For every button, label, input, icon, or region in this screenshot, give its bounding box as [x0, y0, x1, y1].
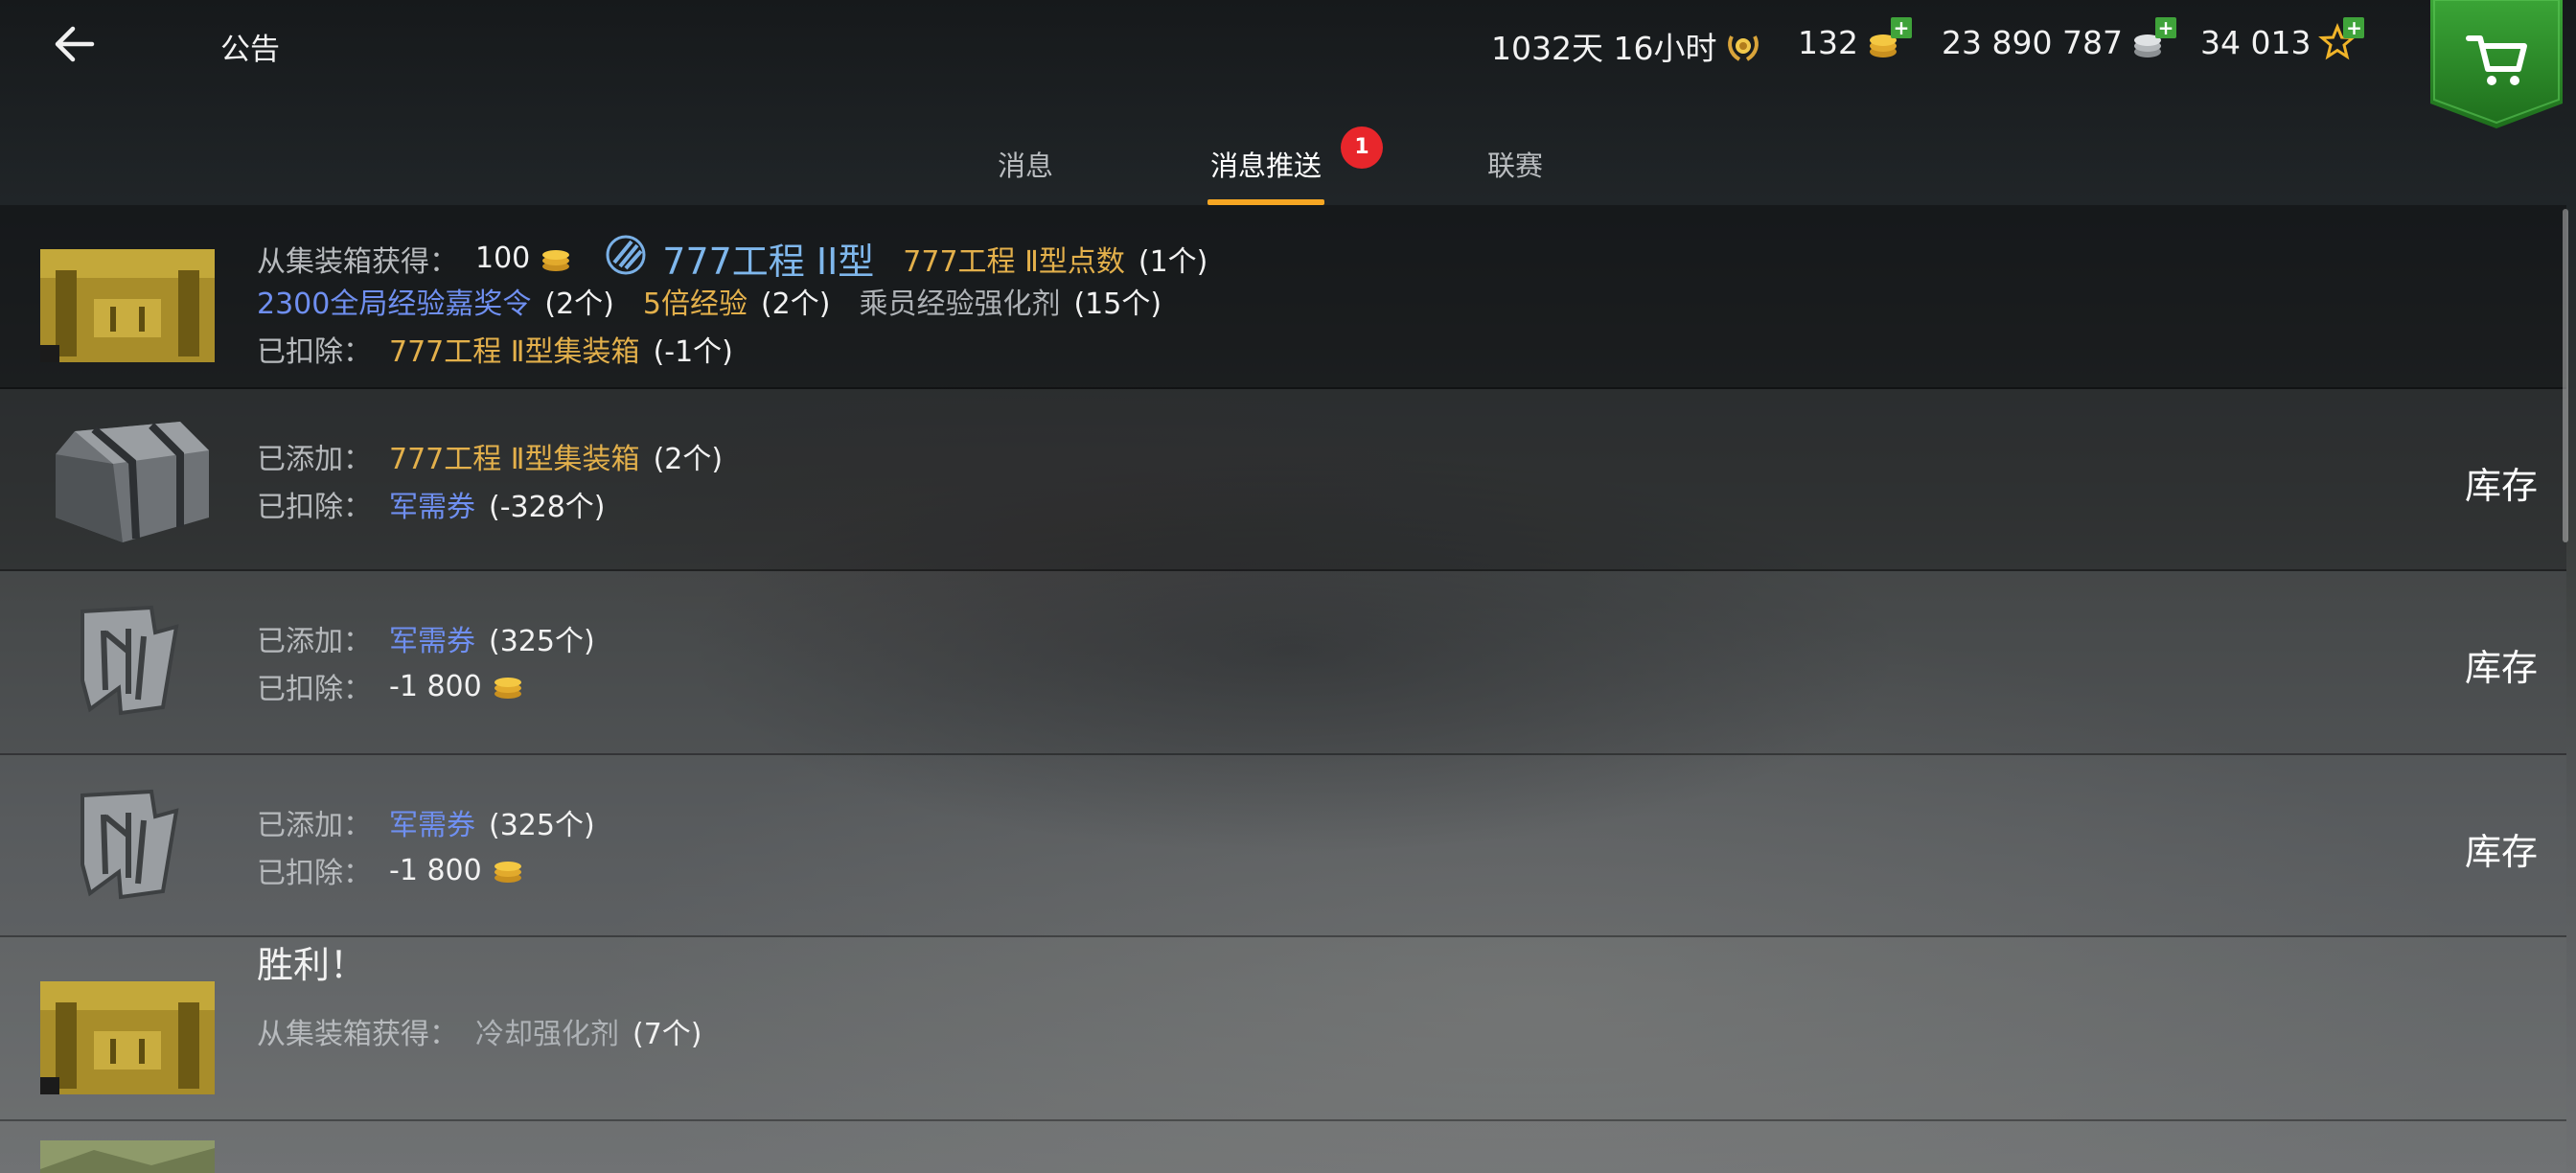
tab-messages[interactable]: 消息: [978, 134, 1073, 205]
premium-time-value: 1032天 16小时: [1491, 30, 1717, 67]
deducted-label: 已扣除：: [257, 857, 372, 890]
gold-value: 132: [1798, 23, 1858, 61]
tank-name: 777工程 II型: [662, 241, 875, 283]
battle-image: [36, 1140, 218, 1173]
notification-count-badge: 1: [1341, 126, 1383, 169]
reward-count: (2个): [544, 288, 614, 321]
list-item[interactable]: 已添加： 军需券 (325个) 已扣除： -1 800 库存: [0, 755, 2566, 937]
deducted-label: 已扣除：: [257, 673, 372, 706]
added-count: (325个): [489, 809, 595, 842]
received-count: (7个): [632, 1018, 702, 1051]
gold-balance[interactable]: 132 +: [1798, 17, 1912, 61]
line-received: 从集装箱获得： 冷却强化剂 (7个): [257, 1010, 702, 1052]
voucher-icon: [36, 778, 218, 912]
deducted-label: 已扣除：: [257, 491, 372, 524]
free-xp-value: 34 013: [2200, 23, 2312, 61]
gold-amount: 100: [475, 242, 531, 275]
star-icon: +: [2318, 17, 2365, 61]
added-count: (325个): [489, 625, 595, 658]
added-label: 已添加：: [257, 809, 372, 842]
deducted-count: (-1个): [653, 335, 733, 369]
deducted-item: 777工程 Ⅱ型集装箱: [389, 335, 640, 369]
tab-bar: 消息 消息推送 联赛: [0, 134, 2576, 205]
line-deducted: 已扣除： -1 800: [257, 665, 524, 707]
gold-coin-icon: [540, 244, 572, 273]
received-label: 从集装箱获得：: [257, 244, 458, 279]
victory-title: 胜利！: [257, 944, 367, 986]
back-button[interactable]: [50, 17, 111, 71]
inventory-button[interactable]: 库存: [2465, 456, 2538, 509]
tier-x-icon: [605, 234, 656, 284]
added-label: 已添加：: [257, 625, 372, 658]
inventory-button[interactable]: 库存: [2465, 638, 2538, 691]
add-credits-icon[interactable]: +: [2154, 17, 2176, 38]
credits-balance[interactable]: 23 890 787 +: [1942, 17, 2176, 61]
reward-count: (2个): [760, 288, 831, 321]
steel-crate-image: [36, 412, 218, 546]
tab-league[interactable]: 联赛: [1472, 134, 1558, 205]
gold-crate-image: [36, 232, 218, 366]
page-title: 公告: [220, 33, 280, 67]
deducted-label: 已扣除：: [257, 335, 372, 369]
list-item[interactable]: 已添加： 777工程 Ⅱ型集装箱 (2个) 已扣除： 军需券 (-328个) 库…: [0, 389, 2566, 571]
reward-count: (15个): [1073, 288, 1162, 321]
inventory-button[interactable]: 库存: [2465, 822, 2538, 875]
gold-coin-icon: [492, 856, 524, 885]
deducted-gold: -1 800: [389, 853, 482, 887]
list-item[interactable]: [0, 1121, 2566, 1173]
line-added: 已添加： 军需券 (325个): [257, 801, 595, 843]
tab-label: 联赛: [1486, 150, 1543, 182]
list-item[interactable]: 已添加： 军需券 (325个) 已扣除： -1 800 库存: [0, 571, 2566, 755]
line-deducted: 已扣除： 777工程 Ⅱ型集装箱 (-1个): [257, 328, 733, 370]
line-received: 从集装箱获得： 100 777工程 II型 777工程 Ⅱ型点数 (1个): [257, 232, 1208, 285]
added-item: 777工程 Ⅱ型集装箱: [389, 443, 640, 476]
premium-laurel-icon: [1724, 27, 1762, 65]
tab-label: 消息: [997, 150, 1053, 182]
voucher-icon: [36, 594, 218, 728]
tab-label: 消息推送: [1209, 150, 1322, 182]
gold-crate-image: [36, 964, 218, 1098]
line-added: 已添加： 军需券 (325个): [257, 617, 595, 659]
add-gold-icon[interactable]: +: [1891, 17, 1912, 38]
added-item: 军需券: [389, 809, 475, 842]
tank-points-item: 777工程 Ⅱ型点数: [903, 244, 1125, 279]
gold-coins-icon: +: [1866, 17, 1912, 61]
gold-coin-icon: [492, 672, 524, 701]
added-label: 已添加：: [257, 443, 372, 476]
tab-push-messages[interactable]: 消息推送: [1208, 134, 1324, 205]
reward-item: 乘员经验强化剂: [859, 288, 1061, 321]
list-item[interactable]: 从集装箱获得： 100 777工程 II型 777工程 Ⅱ型点数 (1个) 23…: [0, 205, 2566, 389]
line-added: 已添加： 777工程 Ⅱ型集装箱 (2个): [257, 435, 723, 477]
silver-coins-icon: +: [2130, 17, 2176, 61]
deducted-item: 军需券: [389, 491, 475, 524]
received-label: 从集装箱获得：: [257, 1018, 458, 1051]
deducted-gold: -1 800: [389, 669, 482, 703]
reward-item: 2300全局经验嘉奖令: [257, 288, 532, 321]
free-xp-balance[interactable]: 34 013 +: [2200, 17, 2365, 61]
received-item: 冷却强化剂: [475, 1018, 619, 1051]
credits-value: 23 890 787: [1942, 23, 2123, 61]
tank-points-count: (1个): [1138, 244, 1208, 279]
scrollbar[interactable]: [2563, 209, 2568, 542]
line-deducted: 已扣除： 军需券 (-328个): [257, 483, 606, 525]
shop-button[interactable]: [2430, 0, 2563, 128]
added-item: 军需券: [389, 625, 475, 658]
top-bar: 公告 1032天 16小时 132 + 23 890 787 + 34 013 …: [0, 0, 2576, 128]
line-deducted: 已扣除： -1 800: [257, 849, 524, 891]
line-rewards: 2300全局经验嘉奖令 (2个) 5倍经验 (2个) 乘员经验强化剂 (15个): [257, 280, 1162, 322]
premium-time[interactable]: 1032天 16小时: [1491, 23, 1762, 69]
reward-item: 5倍经验: [642, 288, 748, 321]
notification-list[interactable]: 从集装箱获得： 100 777工程 II型 777工程 Ⅱ型点数 (1个) 23…: [0, 205, 2576, 1173]
added-count: (2个): [653, 443, 724, 476]
add-free-xp-icon[interactable]: +: [2343, 17, 2365, 38]
deducted-count: (-328个): [489, 491, 606, 524]
arrow-left-icon: [55, 26, 95, 62]
list-item[interactable]: 从集装箱获得： 冷却强化剂 (7个): [0, 937, 2566, 1121]
